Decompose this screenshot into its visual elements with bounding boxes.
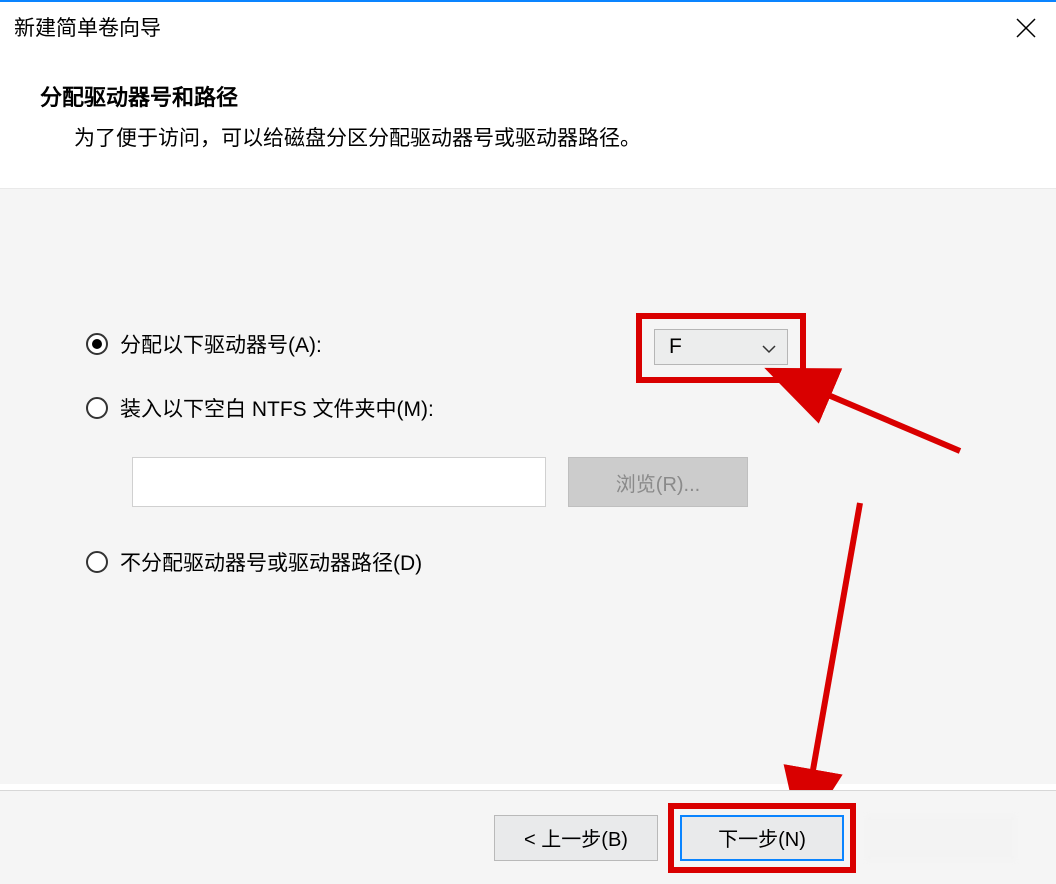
drive-letter-value: F [669,335,682,359]
page-heading: 分配驱动器号和路径 [40,80,1016,112]
browse-button: 浏览(R)... [568,457,748,507]
wizard-header: 分配驱动器号和路径 为了便于访问，可以给磁盘分区分配驱动器号或驱动器路径。 [0,52,1056,188]
radio-no-assign[interactable] [86,551,108,573]
mount-path-input [132,457,546,507]
wizard-window: 新建简单卷向导 分配驱动器号和路径 为了便于访问，可以给磁盘分区分配驱动器号或驱… [0,0,1056,884]
option-mount-folder-label: 装入以下空白 NTFS 文件夹中(M): [120,393,434,423]
drive-letter-dropdown[interactable]: F [654,329,788,365]
radio-assign-letter[interactable] [86,333,108,355]
back-button[interactable]: < 上一步(B) [494,815,658,861]
option-assign-letter[interactable]: 分配以下驱动器号(A): [86,329,1056,359]
close-icon[interactable] [1014,16,1038,40]
drive-letter-highlight: F [636,313,806,383]
option-no-assign[interactable]: 不分配驱动器号或驱动器路径(D) [86,547,1056,577]
annotation-box-dropdown: F [636,313,806,383]
window-title: 新建简单卷向导 [14,12,161,42]
chevron-down-icon [761,339,777,355]
option-no-assign-label: 不分配驱动器号或驱动器路径(D) [120,547,422,577]
annotation-box-next: 下一步(N) [668,803,856,873]
cancel-button[interactable] [866,815,1016,861]
option-mount-folder[interactable]: 装入以下空白 NTFS 文件夹中(M): [86,393,1056,423]
radio-mount-folder[interactable] [86,397,108,419]
wizard-body: 分配以下驱动器号(A): F 装入以下空白 NTFS 文件夹中(M): 浏览(R… [0,188,1056,784]
titlebar: 新建简单卷向导 [0,2,1056,52]
page-description: 为了便于访问，可以给磁盘分区分配驱动器号或驱动器路径。 [74,122,1016,152]
mount-path-row: 浏览(R)... [132,457,1056,507]
wizard-footer: < 上一步(B) 下一步(N) [0,790,1056,884]
next-button[interactable]: 下一步(N) [680,815,844,861]
annotation-arrow-2 [790,499,910,799]
option-assign-letter-label: 分配以下驱动器号(A): [120,329,322,359]
